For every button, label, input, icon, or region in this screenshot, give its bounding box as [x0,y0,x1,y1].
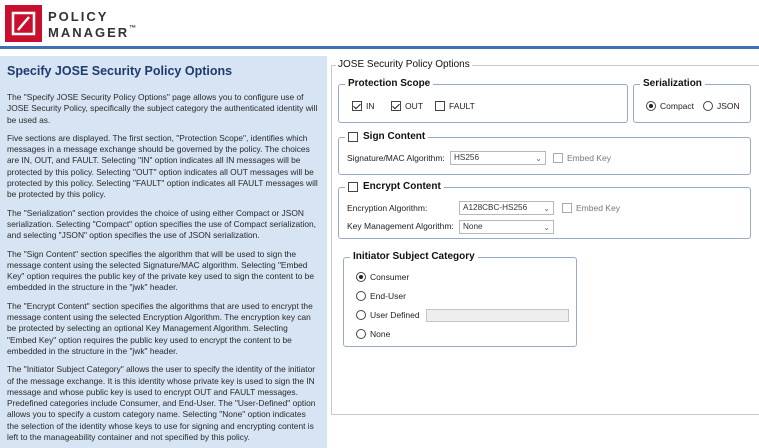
user-defined-input[interactable] [426,309,569,322]
initiator-category-title: Initiator Subject Category [350,251,478,262]
help-paragraph: Five sections are displayed. The first s… [7,132,318,200]
scope-fault-option[interactable]: FAULT [435,101,475,111]
help-title: Specify JOSE Security Policy Options [7,64,233,78]
none-label: None [370,329,391,339]
initiator-consumer-option[interactable]: Consumer [356,272,409,282]
scope-in-checkbox[interactable] [352,101,362,111]
policy-manager-logo [5,5,42,42]
signature-algorithm-value: HS256 [454,153,480,162]
sign-embed-key-label: Embed Key [567,153,611,163]
protection-scope-group: Protection Scope IN OUT FAULT [338,78,628,123]
scope-out-option[interactable]: OUT [391,101,423,111]
encrypt-content-group: Encrypt Content Encryption Algorithm: A1… [338,181,751,239]
signature-algorithm-label: Signature/MAC Algorithm: [347,153,445,163]
brand-line-1: POLICY [48,9,109,24]
scope-out-label: OUT [405,101,423,111]
json-label: JSON [717,101,740,111]
serialization-compact-option[interactable]: Compact [646,101,694,111]
sign-embed-key-option[interactable]: Embed Key [553,153,611,163]
sign-content-title: Sign Content [363,131,426,142]
json-radio[interactable] [703,101,713,111]
serialization-group: Serialization Compact JSON [633,78,751,123]
user-defined-label: User Defined [370,310,420,320]
end-user-label: End-User [370,291,406,301]
help-paragraph: The "Specify JOSE Security Policy Option… [7,92,318,125]
encrypt-embed-key-checkbox[interactable] [562,203,572,213]
serialization-title: Serialization [640,78,705,89]
help-panel: Specify JOSE Security Policy Options The… [0,56,327,448]
key-management-value: None [463,222,483,231]
scope-in-label: IN [366,101,375,111]
sign-content-group: Sign Content Signature/MAC Algorithm: HS… [338,131,751,175]
scope-out-checkbox[interactable] [391,101,401,111]
encryption-algorithm-label: Encryption Algorithm: [347,203,428,213]
chevron-down-icon: ⌄ [543,204,550,213]
chevron-down-icon: ⌄ [543,223,550,232]
end-user-radio[interactable] [356,291,366,301]
user-defined-radio[interactable] [356,310,366,320]
consumer-label: Consumer [370,272,410,282]
initiator-user-defined-option[interactable]: User Defined [356,310,420,320]
compact-radio[interactable] [646,101,656,111]
help-paragraph: The "Initiator Subject Category" allows … [7,364,316,443]
help-paragraph: The "Sign Content" section specifies the… [7,248,314,293]
initiator-category-group: Initiator Subject Category Consumer End-… [343,251,577,347]
sign-content-header: Sign Content [345,131,429,142]
header-divider [0,46,759,49]
scope-in-option[interactable]: IN [352,101,375,111]
encrypt-embed-key-label: Embed Key [576,203,620,213]
encrypt-content-header: Encrypt Content [345,181,444,192]
sign-embed-key-checkbox[interactable] [553,153,563,163]
scope-fault-checkbox[interactable] [435,101,445,111]
form-title: JOSE Security Policy Options [336,59,472,70]
sign-content-checkbox[interactable] [348,131,358,142]
key-management-select[interactable]: None ⌄ [459,220,554,234]
initiator-none-option[interactable]: None [356,329,390,339]
serialization-json-option[interactable]: JSON [703,101,740,111]
key-management-label: Key Management Algorithm: [347,221,454,231]
compact-label: Compact [660,101,695,111]
encryption-algorithm-select[interactable]: A128CBC-HS256 ⌄ [459,201,554,215]
help-paragraph: The "Serialization" section provides the… [7,207,316,241]
encrypt-embed-key-option[interactable]: Embed Key [562,203,620,213]
help-paragraph: The "Encrypt Content" section specifies … [7,300,313,356]
encryption-algorithm-value: A128CBC-HS256 [463,203,528,212]
encrypt-content-title: Encrypt Content [363,181,441,192]
encrypt-content-checkbox[interactable] [348,181,358,192]
app-header: POLICY MANAGER™ [0,0,759,46]
signature-algorithm-select[interactable]: HS256 ⌄ [450,151,546,165]
scope-fault-label: FAULT [449,101,475,111]
initiator-end-user-option[interactable]: End-User [356,291,406,301]
brand-line-2: MANAGER™ [48,25,139,40]
chevron-down-icon: ⌄ [535,154,542,163]
policy-options-form: JOSE Security Policy Options Protection … [331,56,759,448]
none-radio[interactable] [356,329,366,339]
protection-scope-title: Protection Scope [345,78,434,89]
consumer-radio[interactable] [356,272,366,282]
